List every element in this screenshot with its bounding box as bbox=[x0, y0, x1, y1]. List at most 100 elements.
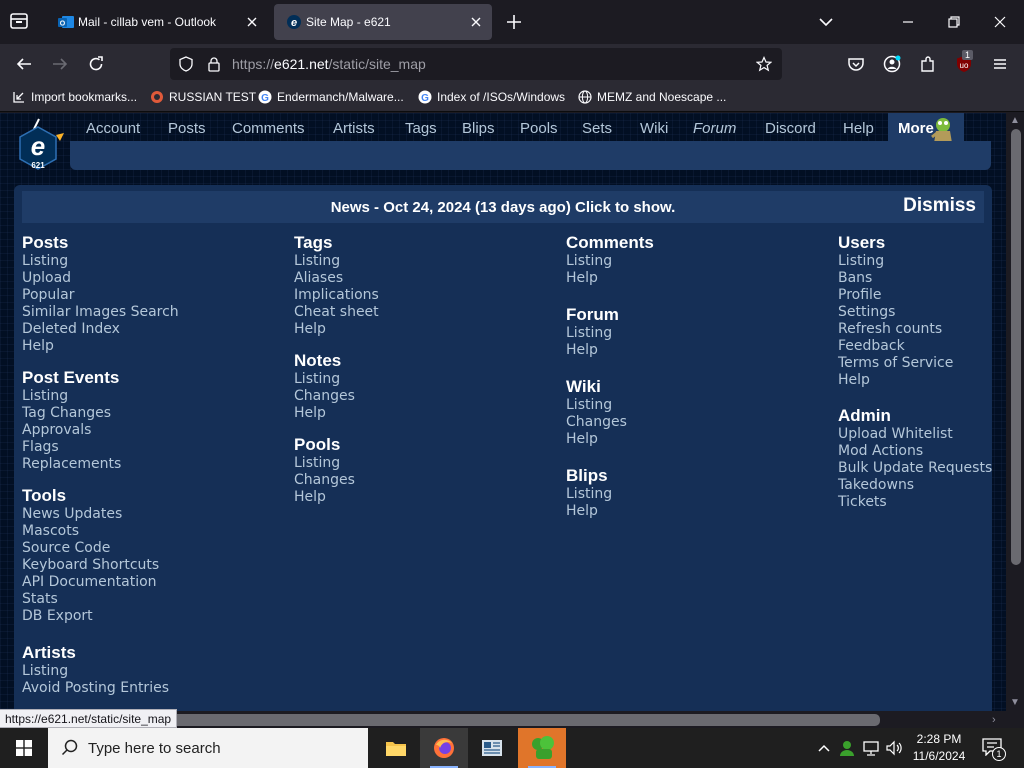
link-tags-listing[interactable]: Listing bbox=[294, 253, 564, 270]
people-icon[interactable] bbox=[838, 738, 856, 758]
bookmark-russian-test[interactable]: RUSSIAN TEST bbox=[150, 90, 256, 106]
back-button[interactable] bbox=[14, 54, 34, 74]
news-banner[interactable]: News - Oct 24, 2024 (13 days ago) Click … bbox=[22, 191, 984, 223]
extensions-button[interactable] bbox=[918, 54, 938, 74]
link-similar-images-search[interactable]: Similar Images Search bbox=[22, 304, 292, 321]
bookmark-isos[interactable]: G Index of /ISOs/Windows bbox=[418, 90, 565, 106]
link-artists-listing[interactable]: Listing bbox=[22, 663, 292, 680]
link-upload-whitelist[interactable]: Upload Whitelist bbox=[838, 426, 992, 443]
new-tab-button[interactable] bbox=[504, 12, 524, 32]
firefox-view-button[interactable] bbox=[8, 11, 32, 33]
nav-comments[interactable]: Comments bbox=[232, 120, 305, 137]
link-approvals[interactable]: Approvals bbox=[22, 422, 292, 439]
link-bulk-update-requests[interactable]: Bulk Update Requests bbox=[838, 460, 992, 477]
close-tab-icon[interactable] bbox=[468, 14, 484, 30]
tab-site-map[interactable]: e Site Map - e621 bbox=[274, 4, 492, 40]
taskbar-search-box[interactable]: Type here to search bbox=[48, 728, 368, 768]
link-takedowns[interactable]: Takedowns bbox=[838, 477, 992, 494]
link-notes-listing[interactable]: Listing bbox=[294, 371, 564, 388]
nav-account[interactable]: Account bbox=[86, 120, 140, 137]
link-forum-listing[interactable]: Listing bbox=[566, 325, 836, 342]
link-flags[interactable]: Flags bbox=[22, 439, 292, 456]
nav-posts[interactable]: Posts bbox=[168, 120, 206, 137]
link-profile[interactable]: Profile bbox=[838, 287, 992, 304]
link-wiki-listing[interactable]: Listing bbox=[566, 397, 836, 414]
nav-forum[interactable]: Forum bbox=[693, 120, 736, 137]
link-posts-popular[interactable]: Popular bbox=[22, 287, 292, 304]
list-all-tabs-button[interactable] bbox=[816, 12, 836, 32]
link-feedback[interactable]: Feedback bbox=[838, 338, 992, 355]
scroll-up-arrow-icon[interactable]: ▲ bbox=[1010, 116, 1020, 126]
link-cheat-sheet[interactable]: Cheat sheet bbox=[294, 304, 564, 321]
link-refresh-counts[interactable]: Refresh counts bbox=[838, 321, 992, 338]
start-button[interactable] bbox=[0, 728, 48, 768]
scroll-down-arrow-icon[interactable]: ▼ bbox=[1010, 698, 1020, 708]
restore-button[interactable] bbox=[944, 12, 964, 32]
link-source-code[interactable]: Source Code bbox=[22, 540, 292, 557]
account-button[interactable] bbox=[882, 54, 902, 74]
link-tickets[interactable]: Tickets bbox=[838, 494, 992, 511]
link-bans[interactable]: Bans bbox=[838, 270, 992, 287]
pocket-button[interactable] bbox=[846, 54, 866, 74]
bookmark-memz[interactable]: MEMZ and Noescape ... bbox=[578, 90, 726, 106]
address-bar[interactable]: https://e621.net/static/site_map bbox=[170, 48, 782, 80]
link-mascots[interactable]: Mascots bbox=[22, 523, 292, 540]
link-news-updates[interactable]: News Updates bbox=[22, 506, 292, 523]
taskbar-bonzi-app[interactable] bbox=[518, 728, 566, 768]
link-users-help[interactable]: Help bbox=[838, 372, 992, 389]
link-replacements[interactable]: Replacements bbox=[22, 456, 292, 473]
link-blips-listing[interactable]: Listing bbox=[566, 486, 836, 503]
link-forum-help[interactable]: Help bbox=[566, 342, 836, 359]
link-wiki-help[interactable]: Help bbox=[566, 431, 836, 448]
link-mod-actions[interactable]: Mod Actions bbox=[838, 443, 992, 460]
link-pools-help[interactable]: Help bbox=[294, 489, 564, 506]
lock-icon[interactable] bbox=[206, 56, 222, 72]
link-deleted-index[interactable]: Deleted Index bbox=[22, 321, 292, 338]
nav-artists[interactable]: Artists bbox=[333, 120, 375, 137]
link-posts-help[interactable]: Help bbox=[22, 338, 292, 355]
bookmark-import[interactable]: Import bookmarks... bbox=[12, 90, 137, 106]
nav-discord[interactable]: Discord bbox=[765, 120, 816, 137]
forward-button[interactable] bbox=[50, 54, 70, 74]
link-db-export[interactable]: DB Export bbox=[22, 608, 292, 625]
link-tag-changes[interactable]: Tag Changes bbox=[22, 405, 292, 422]
bookmark-endermanch[interactable]: G Endermanch/Malware... bbox=[258, 90, 404, 106]
menu-button[interactable] bbox=[990, 54, 1010, 74]
vertical-scroll-thumb[interactable] bbox=[1011, 129, 1021, 565]
nav-tags[interactable]: Tags bbox=[405, 120, 437, 137]
ublock-extension-button[interactable]: uo 1 bbox=[954, 50, 974, 74]
nav-more[interactable]: More bbox=[888, 113, 964, 143]
link-posts-upload[interactable]: Upload bbox=[22, 270, 292, 287]
link-implications[interactable]: Implications bbox=[294, 287, 564, 304]
link-notes-help[interactable]: Help bbox=[294, 405, 564, 422]
reload-button[interactable] bbox=[86, 54, 106, 74]
link-terms-of-service[interactable]: Terms of Service bbox=[838, 355, 992, 372]
minimize-button[interactable] bbox=[898, 12, 918, 32]
link-posts-listing[interactable]: Listing bbox=[22, 253, 292, 270]
nav-blips[interactable]: Blips bbox=[462, 120, 495, 137]
link-notes-changes[interactable]: Changes bbox=[294, 388, 564, 405]
link-blips-help[interactable]: Help bbox=[566, 503, 836, 520]
close-tab-icon[interactable] bbox=[244, 14, 260, 30]
link-pools-listing[interactable]: Listing bbox=[294, 455, 564, 472]
scroll-right-arrow-icon[interactable]: › bbox=[992, 714, 1004, 726]
news-text[interactable]: News - Oct 24, 2024 (13 days ago) Click … bbox=[22, 199, 984, 216]
dismiss-button[interactable]: Dismiss bbox=[903, 195, 976, 217]
link-post-events-listing[interactable]: Listing bbox=[22, 388, 292, 405]
close-window-button[interactable] bbox=[990, 12, 1010, 32]
taskbar-news-app[interactable] bbox=[468, 728, 516, 768]
link-users-listing[interactable]: Listing bbox=[838, 253, 992, 270]
nav-sets[interactable]: Sets bbox=[582, 120, 612, 137]
taskbar-firefox[interactable] bbox=[420, 728, 468, 768]
network-icon[interactable] bbox=[862, 738, 880, 758]
link-aliases[interactable]: Aliases bbox=[294, 270, 564, 287]
link-stats[interactable]: Stats bbox=[22, 591, 292, 608]
link-tags-help[interactable]: Help bbox=[294, 321, 564, 338]
link-pools-changes[interactable]: Changes bbox=[294, 472, 564, 489]
link-wiki-changes[interactable]: Changes bbox=[566, 414, 836, 431]
tracking-protection-shield-icon[interactable] bbox=[178, 56, 194, 72]
link-comments-help[interactable]: Help bbox=[566, 270, 836, 287]
tab-outlook[interactable]: O Mail - cillab vem - Outlook bbox=[46, 4, 268, 40]
link-api-documentation[interactable]: API Documentation bbox=[22, 574, 292, 591]
link-avoid-posting-entries[interactable]: Avoid Posting Entries bbox=[22, 680, 292, 697]
